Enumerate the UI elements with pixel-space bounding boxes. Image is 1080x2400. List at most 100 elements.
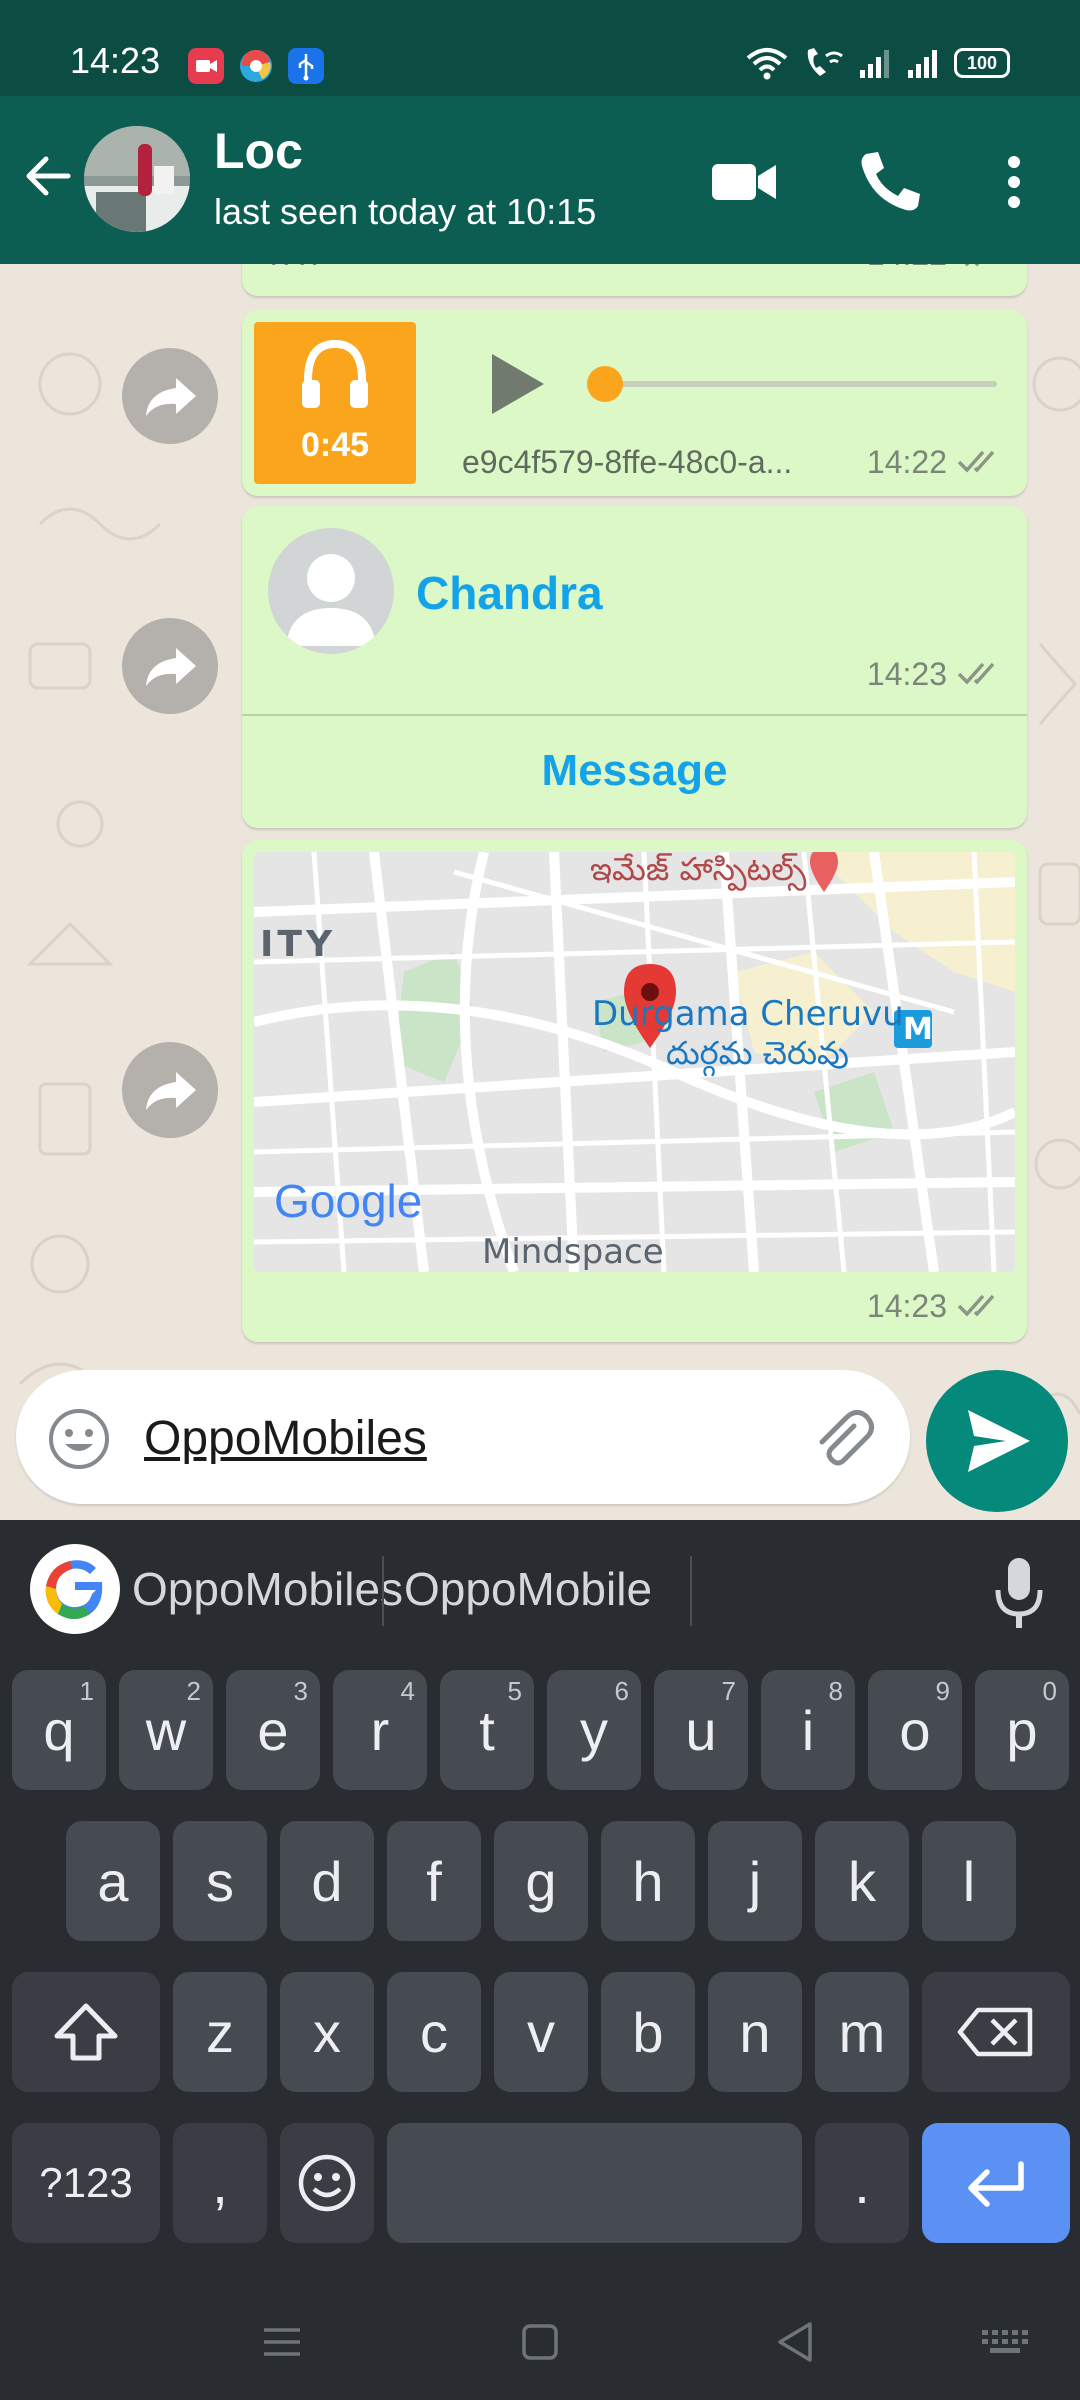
key-label: i (801, 1698, 815, 1762)
key-r[interactable]: r4 (333, 1670, 427, 1790)
key-label: x (313, 2000, 341, 2064)
key-j[interactable]: j (708, 1821, 802, 1941)
signal-2-icon (908, 50, 937, 78)
key-v[interactable]: v (494, 1972, 588, 2092)
key-z[interactable]: z (173, 1972, 267, 2092)
last-seen-status[interactable]: last seen today at 10:15 (214, 191, 596, 233)
send-button[interactable] (926, 1370, 1068, 1512)
chat-header: Loc last seen today at 10:15 (0, 96, 1080, 264)
attach-icon[interactable] (808, 1404, 876, 1472)
forward-button[interactable] (122, 1042, 218, 1138)
shift-key[interactable] (12, 1972, 160, 2092)
key-w[interactable]: w2 (119, 1670, 213, 1790)
message-bubble-partial[interactable]: TXT 14:22 (242, 264, 1027, 296)
video-call-icon[interactable] (706, 144, 782, 220)
location-map[interactable]: ఇమేజ్ హాస్పిటల్స్ ITY Durgama Cheruvu దు… (254, 852, 1015, 1272)
audio-filename: e9c4f579-8ffe-48c0-a... (462, 444, 793, 480)
emoji-icon[interactable] (46, 1406, 112, 1472)
location-message-bubble[interactable]: ఇమేజ్ హాస్పిటల్స్ ITY Durgama Cheruvu దు… (242, 840, 1027, 1342)
forward-button[interactable] (122, 618, 218, 714)
key-m[interactable]: m (815, 1972, 909, 2092)
key-label: a (97, 1849, 129, 1913)
key-label: q (43, 1698, 75, 1762)
map-label-bottom: Mindspace (482, 1232, 664, 1272)
key-hint: 9 (935, 1676, 950, 1706)
contact-avatar[interactable] (268, 528, 394, 654)
key-c[interactable]: c (387, 1972, 481, 2092)
contact-name[interactable]: Loc (214, 122, 303, 180)
period-key[interactable]: . (815, 2123, 909, 2243)
key-d[interactable]: d (280, 1821, 374, 1941)
key-t[interactable]: t5 (440, 1670, 534, 1790)
key-label: , (212, 2151, 228, 2215)
key-label: c (420, 2000, 448, 2064)
message-input[interactable] (144, 1404, 794, 1472)
message-time: 14:23 (866, 1288, 947, 1324)
enter-key[interactable] (922, 2123, 1070, 2243)
key-label: p (1006, 1698, 1038, 1762)
message-contact-button[interactable]: Message (242, 746, 1027, 796)
keyboard-hide-icon[interactable] (976, 2312, 1036, 2372)
divider (690, 1556, 692, 1626)
shift-icon (54, 2003, 118, 2061)
key-label: v (527, 2000, 555, 2064)
message-time: 14:22 (866, 444, 947, 480)
comma-key[interactable]: , (173, 2123, 267, 2243)
key-l[interactable]: l (922, 1821, 1016, 1941)
suggestion-item[interactable]: OppoMobiles (132, 1562, 403, 1616)
key-o[interactable]: o9 (868, 1670, 962, 1790)
more-options-icon[interactable] (976, 144, 1052, 220)
usb-icon (288, 48, 324, 84)
play-icon[interactable] (478, 346, 554, 422)
key-hint: 8 (828, 1676, 843, 1706)
message-text: TXT (264, 264, 324, 273)
person-icon (286, 554, 376, 646)
menu-icon[interactable] (252, 2312, 312, 2372)
key-label: ?123 (39, 2159, 133, 2206)
key-x[interactable]: x (280, 1972, 374, 2092)
contact-card-bubble[interactable]: Chandra 14:23 Message (242, 506, 1027, 828)
key-k[interactable]: k (815, 1821, 909, 1941)
key-s[interactable]: s (173, 1821, 267, 1941)
key-hint: 6 (614, 1676, 629, 1706)
key-q[interactable]: q1 (12, 1670, 106, 1790)
key-e[interactable]: e3 (226, 1670, 320, 1790)
chat-area[interactable]: TXT 14:22 0:45 e9c4f579-8ffe-48c0-a... 1… (0, 264, 1080, 1520)
headphones-icon (302, 339, 368, 408)
voice-call-icon[interactable] (852, 144, 928, 220)
forward-button[interactable] (122, 348, 218, 444)
emoji-key[interactable] (280, 2123, 374, 2243)
key-g[interactable]: g (494, 1821, 588, 1941)
key-y[interactable]: y6 (547, 1670, 641, 1790)
back-icon[interactable] (766, 2312, 826, 2372)
microphone-icon[interactable] (984, 1552, 1054, 1632)
key-h[interactable]: h (601, 1821, 695, 1941)
key-i[interactable]: i8 (761, 1670, 855, 1790)
key-n[interactable]: n (708, 1972, 802, 2092)
key-label: w (145, 1698, 187, 1762)
audio-seek-thumb[interactable] (587, 366, 623, 402)
key-f[interactable]: f (387, 1821, 481, 1941)
double-check-icon (964, 264, 980, 267)
key-label: t (479, 1698, 495, 1762)
back-arrow-icon[interactable] (18, 146, 78, 206)
key-hint: 1 (79, 1676, 94, 1706)
audio-message-bubble[interactable]: 0:45 e9c4f579-8ffe-48c0-a... 14:22 (242, 310, 1027, 496)
symbols-key[interactable]: ?123 (12, 2123, 160, 2243)
key-u[interactable]: u7 (654, 1670, 748, 1790)
key-label: s (206, 1849, 234, 1913)
emoji-icon (298, 2154, 356, 2212)
key-hint: 2 (186, 1676, 201, 1706)
metro-icon: M (903, 1012, 933, 1047)
backspace-key[interactable] (922, 1972, 1070, 2092)
avatar[interactable] (84, 126, 190, 232)
key-b[interactable]: b (601, 1972, 695, 2092)
key-p[interactable]: p0 (975, 1670, 1069, 1790)
spacebar-key[interactable] (387, 2123, 802, 2243)
audio-progress-track[interactable] (587, 381, 997, 387)
contact-card-name[interactable]: Chandra (416, 566, 603, 620)
key-a[interactable]: a (66, 1821, 160, 1941)
home-icon[interactable] (510, 2312, 570, 2372)
suggestion-item[interactable]: OppoMobile (404, 1562, 652, 1616)
google-g-icon[interactable] (30, 1544, 120, 1634)
